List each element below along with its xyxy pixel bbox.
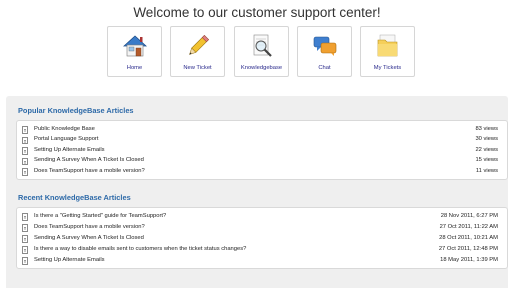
document-icon	[22, 235, 28, 243]
list-item[interactable]: Portal Language Support 30 views	[17, 136, 507, 146]
list-item[interactable]: Is there a "Getting Started" guide for T…	[17, 212, 507, 222]
article-views: 83 views	[475, 125, 498, 132]
list-item[interactable]: Does TeamSupport have a mobile version? …	[17, 167, 507, 177]
nav-tiles: Home New Ticket Knowledgebase Chat My Ti…	[107, 26, 415, 77]
article-title-link[interactable]: Sending A Survey When A Ticket Is Closed	[34, 235, 144, 241]
list-item[interactable]: Public Knowledge Base 83 views	[17, 125, 507, 135]
list-item[interactable]: Setting Up Alternate Emails 18 May 2011,…	[17, 256, 507, 266]
knowledgebase-tile-label: Knowledgebase	[240, 65, 283, 71]
article-date: 28 Oct 2011, 10:21 AM	[439, 234, 498, 241]
chat-tile-button[interactable]: Chat	[297, 26, 352, 77]
document-icon	[22, 257, 28, 265]
recent-articles-heading: Recent KnowledgeBase Articles	[18, 193, 131, 202]
article-views: 11 views	[475, 167, 498, 174]
home-tile-button[interactable]: Home	[107, 26, 162, 77]
article-title-link[interactable]: Does TeamSupport have a mobile version?	[34, 224, 145, 230]
document-icon	[22, 213, 28, 221]
article-title-link[interactable]: Setting Up Alternate Emails	[34, 257, 105, 263]
document-icon	[22, 246, 28, 254]
document-icon	[22, 147, 28, 155]
article-title-link[interactable]: Does TeamSupport have a mobile version?	[34, 168, 145, 174]
my-tickets-tile-button[interactable]: My Tickets	[360, 26, 415, 77]
home-tile-label: Home	[126, 65, 143, 71]
knowledgebase-tile-button[interactable]: Knowledgebase	[234, 26, 289, 77]
document-icon	[22, 168, 28, 176]
article-views: 15 views	[475, 157, 498, 163]
popular-articles-heading: Popular KnowledgeBase Articles	[18, 106, 134, 115]
list-item[interactable]: Sending A Survey When A Ticket Is Closed…	[17, 157, 507, 167]
article-views: 30 views	[475, 136, 498, 142]
article-date: 27 Oct 2011, 12:48 PM	[438, 245, 498, 252]
home-icon	[122, 35, 147, 57]
article-date: 28 Nov 2011, 6:27 PM	[440, 212, 498, 219]
chat-bubbles-icon	[313, 36, 336, 56]
document-icon	[22, 136, 28, 144]
article-date: 18 May 2011, 1:39 PM	[440, 256, 498, 263]
recent-articles-list: Is there a "Getting Started" guide for T…	[16, 207, 508, 269]
magnifier-document-icon	[253, 34, 272, 57]
document-icon	[22, 157, 28, 165]
my-tickets-tile-label: My Tickets	[373, 65, 402, 71]
article-title-link[interactable]: Is there a way to disable emails sent to…	[34, 246, 246, 252]
new-ticket-tile-label: New Ticket	[183, 65, 212, 71]
list-item[interactable]: Does TeamSupport have a mobile version? …	[17, 223, 507, 233]
popular-articles-panel: Popular KnowledgeBase Articles Public Kn…	[6, 96, 508, 188]
folder-icon	[377, 34, 397, 57]
article-title-link[interactable]: Sending A Survey When A Ticket Is Closed	[34, 157, 144, 163]
popular-articles-list: Public Knowledge Base 83 views Portal La…	[16, 120, 508, 180]
new-ticket-tile-button[interactable]: New Ticket	[170, 26, 225, 77]
document-icon	[22, 126, 28, 134]
list-item[interactable]: Sending A Survey When A Ticket Is Closed…	[17, 234, 507, 244]
chat-tile-label: Chat	[318, 65, 331, 71]
recent-articles-panel: Recent KnowledgeBase Articles Is there a…	[6, 188, 508, 288]
pencil-icon	[188, 34, 209, 55]
list-item[interactable]: Is there a way to disable emails sent to…	[17, 245, 507, 255]
article-date: 27 Oct 2011, 11:22 AM	[439, 223, 498, 230]
article-title-link[interactable]: Is there a "Getting Started" guide for T…	[34, 213, 166, 219]
list-item[interactable]: Setting Up Alternate Emails 22 views	[17, 146, 507, 156]
article-views: 22 views	[475, 146, 498, 153]
page-title: Welcome to our customer support center!	[133, 5, 381, 20]
article-title-link[interactable]: Public Knowledge Base	[34, 126, 95, 132]
document-icon	[22, 224, 28, 232]
article-title-link[interactable]: Setting Up Alternate Emails	[34, 147, 105, 153]
article-title-link[interactable]: Portal Language Support	[34, 136, 98, 142]
